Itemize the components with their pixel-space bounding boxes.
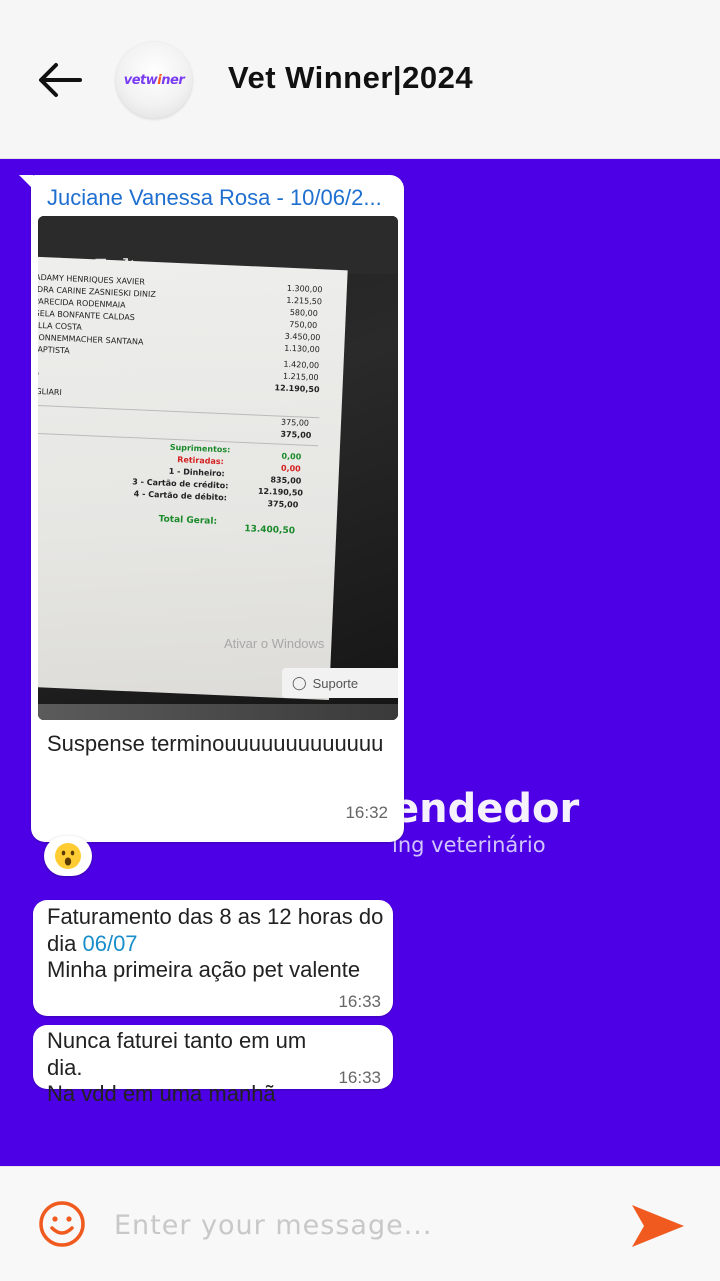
- message-input[interactable]: [112, 1201, 596, 1249]
- background-brand-subtitle: ing veterinário: [392, 833, 546, 857]
- report-row-value: 1.130,00: [284, 343, 321, 355]
- reaction-badge[interactable]: 😮: [44, 836, 92, 876]
- chat-header: vetwiner Vet Winner|2024: [0, 0, 720, 159]
- message-text-line: Nunca faturei tanto em um dia.: [47, 1028, 307, 1080]
- send-button[interactable]: [630, 1203, 686, 1249]
- message-text: Nunca faturei tanto em um dia. Na vdd em …: [47, 1028, 347, 1108]
- message-text: Faturamento das 8 as 12 horas do dia 06/…: [47, 904, 387, 984]
- report-row-name: ELLA COSTA: [38, 320, 83, 332]
- total-label: Total Geral:: [158, 514, 218, 527]
- summary-label: Suprimentos:: [169, 442, 231, 455]
- arrow-left-icon: [39, 63, 82, 97]
- photo-bottom-bar: [38, 704, 398, 720]
- message-time: 16:32: [345, 803, 388, 822]
- send-icon: [632, 1205, 684, 1247]
- background-brand: endedor ing veterinário: [392, 787, 720, 857]
- total-value: 13.400,50: [244, 524, 296, 537]
- whatsapp-icon: ◯: [292, 675, 307, 690]
- report-row-value: 580,00: [289, 307, 318, 319]
- summary-label: 4 - Cartão de débito:: [133, 489, 228, 503]
- report-row-name: ADAMY HENRIQUES XAVIER: [38, 272, 146, 287]
- message-time: 16:33: [338, 1068, 381, 1087]
- summary-value: 835,00: [270, 475, 302, 486]
- report-row-name: NONNEMMACHER SANTANA: [38, 332, 144, 347]
- report-row-value: 12.190,50: [274, 383, 320, 395]
- message-bubble-text[interactable]: Faturamento das 8 as 12 horas do dia 06/…: [33, 900, 393, 1016]
- support-button: ◯ Suporte: [282, 668, 398, 698]
- message-text-part: Minha primeira ação pet valente: [47, 957, 361, 982]
- summary-label: 3 - Cartão de crédito:: [132, 477, 229, 491]
- bubble-tail: [19, 175, 33, 189]
- report-row-name: AGLIARI: [38, 386, 63, 398]
- chat-area[interactable]: endedor ing veterinário Juciane Vanessa …: [0, 159, 720, 1166]
- smiley-icon: [39, 1201, 85, 1247]
- message-text: Suspense terminouuuuuuuuuuuuu: [47, 731, 384, 756]
- message-bubble-text[interactable]: Nunca faturei tanto em um dia. Na vdd em …: [33, 1025, 393, 1106]
- report-row-value: 1.300,00: [286, 283, 323, 295]
- emoji-button[interactable]: [37, 1199, 87, 1249]
- message-bubble-image[interactable]: Juciane Vanessa Rosa - 10/06/2... + ⊡ ↻ …: [19, 175, 404, 842]
- support-label: Suporte: [312, 675, 359, 691]
- report-row-name: to: [38, 369, 39, 378]
- vetwinner-logo: vetwiner: [123, 72, 185, 88]
- report-row-name: BAPTISTA: [38, 344, 70, 356]
- report-row-name: PARECIDA RODENMAIA: [38, 296, 126, 310]
- report-paper: ADAMY HENRIQUES XAVIER 1.300,00 IDRA CAR…: [38, 256, 348, 700]
- report-row-value: 1.420,00: [283, 359, 320, 371]
- date-link[interactable]: 06/07: [82, 931, 137, 956]
- message-composer: [0, 1166, 720, 1281]
- surprised-face-icon: [55, 843, 81, 869]
- attached-photo[interactable]: + ⊡ ↻ ADAMY HENRIQUES XAVIER 1.300,00 ID…: [38, 216, 398, 720]
- back-button[interactable]: [34, 56, 86, 104]
- report-row-value: 1.215,00: [282, 371, 319, 383]
- background-brand-title: endedor: [392, 786, 580, 832]
- chat-title[interactable]: Vet Winner|2024: [228, 60, 473, 96]
- summary-label: 1 - Dinheiro:: [168, 466, 225, 479]
- forwarded-sender: Juciane Vanessa Rosa - 10/06/2...: [47, 185, 382, 210]
- summary-value: 375,00: [267, 499, 299, 510]
- message-text-line: Na vdd em uma manhã: [47, 1081, 276, 1106]
- summary-value: 0,00: [280, 463, 301, 474]
- summary-value: 0,00: [281, 451, 302, 462]
- report-divider: [38, 404, 320, 419]
- report-row-name: GELA BONFANTE CALDAS: [38, 308, 136, 323]
- summary-label: Retiradas:: [177, 455, 225, 467]
- windows-watermark: Ativar o Windows: [224, 636, 325, 651]
- report-subvalue: 375,00: [280, 417, 310, 428]
- report-row-value: 1.215,50: [286, 295, 323, 307]
- report-row-value: 3.450,00: [284, 331, 321, 343]
- avatar[interactable]: vetwiner: [116, 42, 192, 118]
- report-subvalue: 375,00: [280, 429, 312, 440]
- summary-value: 12.190,50: [257, 486, 304, 498]
- report-row-value: 750,00: [289, 319, 318, 331]
- message-time: 16:33: [338, 992, 381, 1011]
